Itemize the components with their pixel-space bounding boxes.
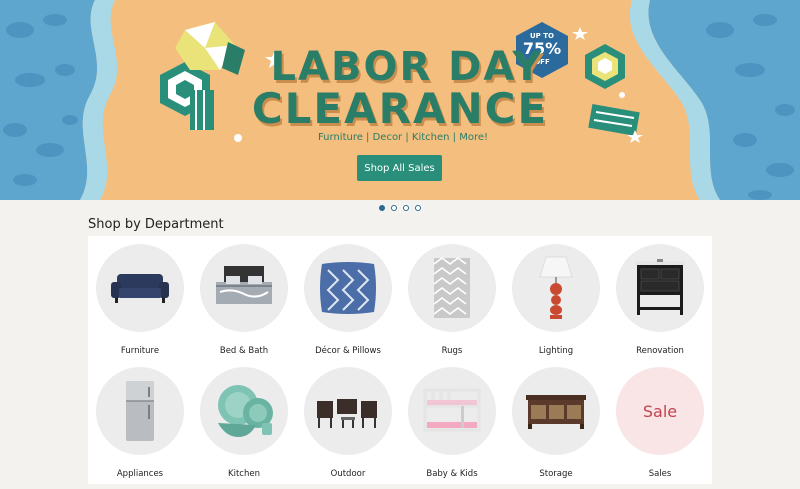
department-tile-sales[interactable]: Sale Sales <box>608 367 712 479</box>
department-tile-appliances[interactable]: Appliances <box>88 367 192 479</box>
hero-subtitle: Furniture | Decor | Kitchen | More! <box>317 132 489 143</box>
department-label: Appliances <box>116 469 164 479</box>
department-tile-lighting[interactable]: Lighting <box>504 244 608 356</box>
department-label: Baby & Kids <box>426 469 478 479</box>
carousel-dots <box>379 205 421 211</box>
department-label: Lighting <box>538 346 574 356</box>
department-label: Décor & Pillows <box>315 346 381 356</box>
department-label: Outdoor <box>330 469 366 479</box>
department-tile-baby-kids[interactable]: Baby & Kids <box>400 367 504 479</box>
department-tile-decor-pillows[interactable]: Décor & Pillows <box>296 244 400 356</box>
rug-icon <box>433 257 470 318</box>
bed-icon <box>216 266 272 304</box>
department-label: Renovation <box>636 346 684 356</box>
storage-bench-icon <box>526 395 586 429</box>
hero-title-line2: CLEARANCE <box>251 84 549 133</box>
sofa-icon <box>111 274 169 303</box>
department-label: Sales <box>648 469 672 479</box>
patio-set-icon <box>317 399 377 428</box>
lamp-icon <box>539 256 573 319</box>
department-label: Storage <box>539 469 573 479</box>
department-image <box>200 367 288 455</box>
department-label: Kitchen <box>228 469 260 479</box>
pillow-icon <box>320 262 376 314</box>
carousel-dot-2[interactable] <box>391 205 397 211</box>
department-tile-bed-bath[interactable]: Bed & Bath <box>192 244 296 356</box>
department-image <box>304 367 392 455</box>
department-image <box>408 367 496 455</box>
department-image: Sale <box>616 367 704 455</box>
department-label: Bed & Bath <box>219 346 269 356</box>
carousel-dot-4[interactable] <box>415 205 421 211</box>
department-grid: Furniture Bed & Bath Décor & Pillows Rug… <box>88 236 712 484</box>
dishes-icon <box>218 385 273 437</box>
department-tile-renovation[interactable]: Renovation <box>608 244 712 356</box>
shop-all-sales-button[interactable]: Shop All Sales <box>357 155 442 181</box>
department-tile-kitchen[interactable]: Kitchen <box>192 367 296 479</box>
refrigerator-icon <box>126 381 154 441</box>
vanity-icon <box>635 259 685 315</box>
sale-text: Sale <box>642 401 678 421</box>
hero-banner[interactable]: UP TO 75% OFF LABOR DAY CLEARANCE Furnit… <box>0 0 800 200</box>
carousel-dot-3[interactable] <box>403 205 409 211</box>
department-label: Rugs <box>441 346 463 356</box>
department-image <box>616 244 704 332</box>
department-image <box>512 367 600 455</box>
department-image <box>408 244 496 332</box>
department-image <box>304 244 392 332</box>
department-tile-outdoor[interactable]: Outdoor <box>296 367 400 479</box>
department-tile-rugs[interactable]: Rugs <box>400 244 504 356</box>
department-tile-storage[interactable]: Storage <box>504 367 608 479</box>
bunk-bed-icon <box>423 388 481 432</box>
department-image <box>512 244 600 332</box>
department-image <box>96 244 184 332</box>
department-tile-furniture[interactable]: Furniture <box>88 244 192 356</box>
section-title: Shop by Department <box>88 217 224 232</box>
department-image <box>96 367 184 455</box>
department-image <box>200 244 288 332</box>
carousel-dot-1[interactable] <box>379 205 385 211</box>
department-label: Furniture <box>120 346 160 356</box>
